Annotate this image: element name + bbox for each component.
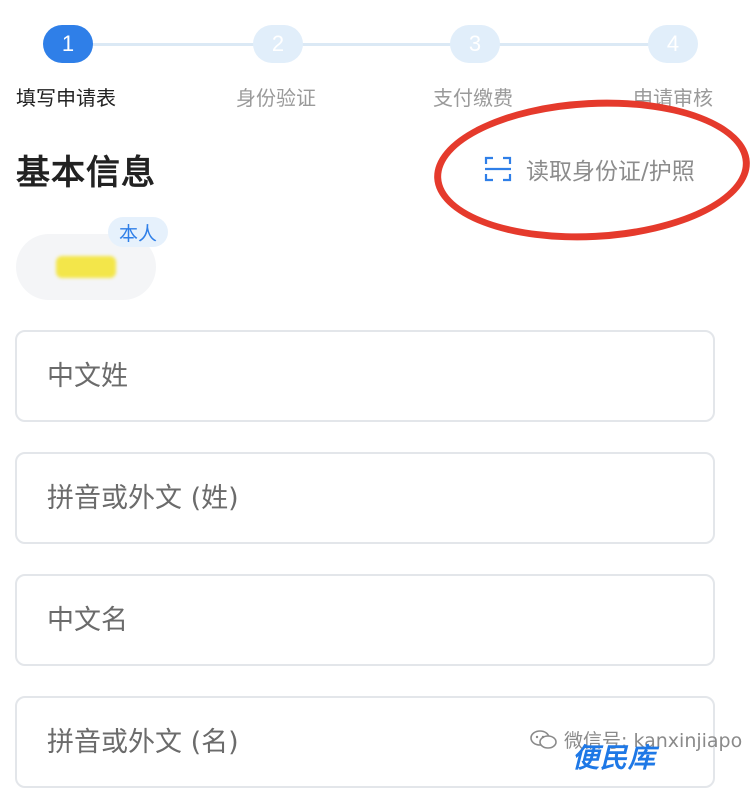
step-connector: [475, 43, 673, 46]
scan-icon: [484, 155, 512, 183]
step-3-indicator: 3: [450, 25, 500, 63]
chinese-given-name-input[interactable]: [45, 603, 713, 637]
progress-stepper: 1 2 3 4 填写申请表 身份验证 支付缴费 申请审核: [0, 0, 752, 120]
pinyin-given-name-field[interactable]: [15, 696, 715, 788]
chinese-given-name-field[interactable]: [15, 574, 715, 666]
step-connector: [68, 43, 278, 46]
step-1-indicator: 1: [43, 25, 93, 63]
chinese-surname-field[interactable]: [15, 330, 715, 422]
step-1-label: 填写申请表: [16, 86, 116, 110]
pinyin-surname-input[interactable]: [45, 481, 713, 515]
step-4-label: 申请审核: [633, 86, 713, 110]
pinyin-given-name-input[interactable]: [45, 725, 713, 759]
self-badge: 本人: [108, 217, 168, 247]
read-id-label: 读取身份证/护照: [526, 159, 695, 185]
step-2-indicator: 2: [253, 25, 303, 63]
step-2-label: 身份验证: [236, 86, 316, 110]
step-3-label: 支付缴费: [433, 86, 513, 110]
read-id-passport-button[interactable]: 读取身份证/护照: [484, 152, 695, 186]
step-connector: [278, 43, 475, 46]
pinyin-surname-field[interactable]: [15, 452, 715, 544]
chinese-surname-input[interactable]: [45, 359, 713, 393]
step-4-indicator: 4: [648, 25, 698, 63]
redacted-name: [56, 256, 116, 278]
section-title: 基本信息: [16, 153, 156, 193]
